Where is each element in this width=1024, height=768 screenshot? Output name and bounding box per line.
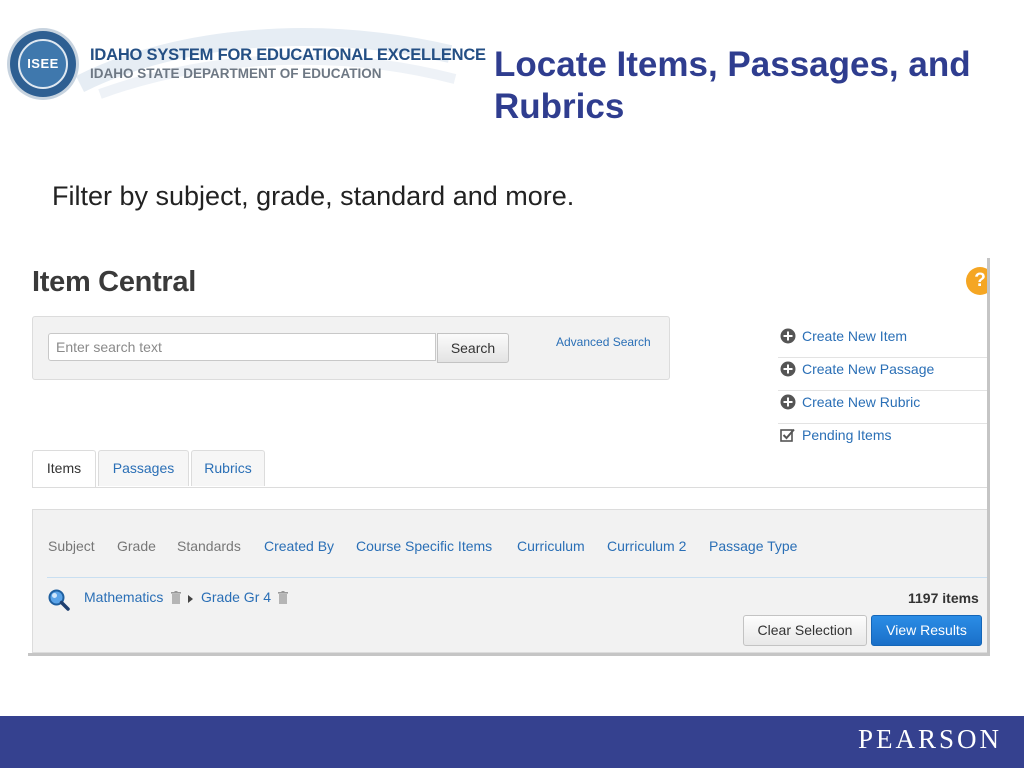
plus-circle-icon — [780, 328, 796, 344]
filter-created-by[interactable]: Created By — [264, 538, 334, 554]
question-icon[interactable]: ? — [966, 267, 987, 295]
breadcrumb-arrow-icon — [188, 595, 193, 603]
logo-title: IDAHO SYSTEM FOR EDUCATIONAL EXCELLENCE — [90, 46, 486, 64]
slide-subtitle: Filter by subject, grade, standard and m… — [52, 181, 575, 211]
filter-divider — [47, 577, 987, 578]
item-central-screenshot: Item Central ? Search Advanced Search Cr… — [28, 258, 990, 656]
filter-curriculum[interactable]: Curriculum — [517, 538, 585, 554]
clear-selection-button[interactable]: Clear Selection — [743, 615, 867, 646]
search-button[interactable]: Search — [437, 333, 509, 363]
filter-standards[interactable]: Standards — [177, 538, 241, 554]
selected-grade-chip[interactable]: Grade Gr 4 — [201, 589, 271, 605]
selected-subject-chip[interactable]: Mathematics — [84, 589, 163, 605]
search-input[interactable] — [48, 333, 436, 361]
checkbox-icon — [780, 428, 795, 442]
search-panel: Search Advanced Search — [32, 316, 670, 380]
filter-grade[interactable]: Grade — [117, 538, 156, 554]
page-title: Item Central — [32, 266, 196, 298]
plus-circle-icon — [780, 394, 796, 410]
create-new-passage-link[interactable]: Create New Passage — [778, 357, 987, 391]
create-new-rubric-link[interactable]: Create New Rubric — [778, 390, 987, 424]
filter-panel: Subject Grade Standards Created By Cours… — [32, 509, 987, 653]
view-results-button[interactable]: View Results — [871, 615, 982, 646]
filter-passage-type[interactable]: Passage Type — [709, 538, 797, 554]
side-action-label: Create New Rubric — [802, 394, 921, 410]
slide-title: Locate Items, Passages, and Rubrics — [494, 45, 971, 126]
advanced-search-link[interactable]: Advanced Search — [556, 335, 651, 349]
pearson-logo: PEARSON — [858, 724, 1003, 754]
side-action-label: Create New Item — [802, 328, 908, 344]
trash-icon[interactable] — [278, 591, 288, 604]
logo-subtitle: IDAHO STATE DEPARTMENT OF EDUCATION — [90, 66, 382, 81]
side-action-label: Create New Passage — [802, 361, 935, 377]
tab-bar: Items Passages Rubrics — [32, 450, 987, 488]
trash-icon[interactable] — [171, 591, 181, 604]
tab-rubrics[interactable]: Rubrics — [191, 450, 265, 486]
side-action-label: Pending Items — [802, 427, 892, 443]
tab-passages[interactable]: Passages — [98, 450, 189, 486]
seal-text: ISEE — [18, 39, 68, 89]
filter-course-specific-items[interactable]: Course Specific Items — [356, 538, 492, 554]
create-new-item-link[interactable]: Create New Item — [778, 324, 987, 358]
tab-items[interactable]: Items — [32, 450, 96, 487]
result-count: 1197 items — [908, 590, 979, 606]
isee-seal-logo: ISEE — [10, 31, 76, 97]
magnifier-icon[interactable] — [47, 588, 71, 612]
plus-circle-icon — [780, 361, 796, 377]
filter-subject[interactable]: Subject — [48, 538, 95, 554]
filter-curriculum-2[interactable]: Curriculum 2 — [607, 538, 686, 554]
